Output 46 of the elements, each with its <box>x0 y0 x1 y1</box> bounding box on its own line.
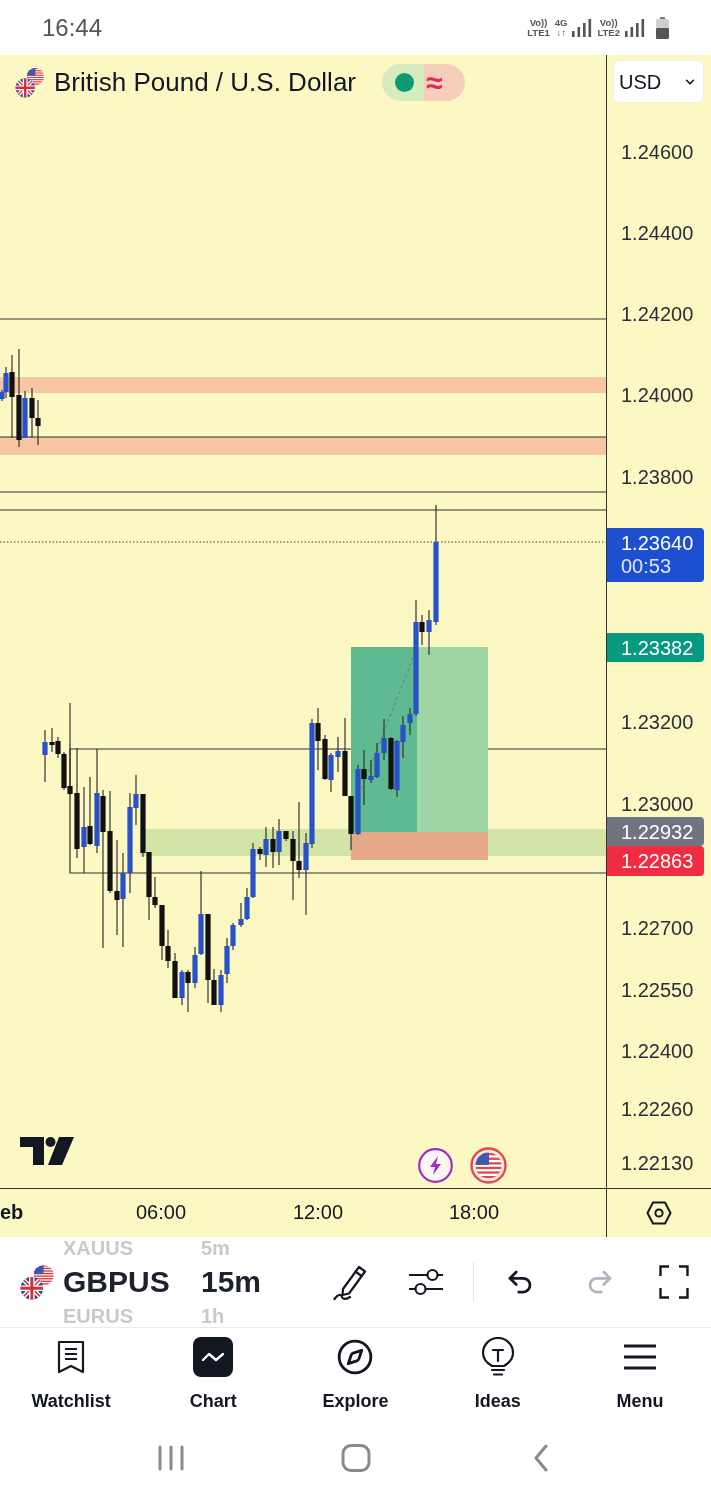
price-tick: 1.23200 <box>621 710 694 734</box>
time-tick: 18:00 <box>448 1200 500 1224</box>
time-tick: 06:00 <box>135 1200 187 1224</box>
time-tick: 12:00 <box>292 1200 344 1224</box>
logo-icon <box>20 1137 74 1165</box>
nav-tab[interactable]: Menu <box>568 1328 711 1430</box>
fullscreen-icon <box>659 1265 689 1299</box>
network-indicator: Vo)) LTE1 <box>527 17 550 38</box>
network-indicator: Vo)) LTE2 <box>597 17 620 38</box>
price-tick: 1.23800 <box>621 465 694 489</box>
price-text: 1.23640 <box>621 532 695 555</box>
price-tick: 1.24200 <box>621 302 694 326</box>
currency-flags-icon <box>15 67 46 98</box>
pencil-icon <box>333 1263 367 1301</box>
price-tick: 1.22260 <box>621 1097 694 1121</box>
nav-tab[interactable]: Ideas <box>426 1328 569 1430</box>
countdown-text: 00:53 <box>621 555 673 578</box>
signal-bars-icon <box>572 18 593 37</box>
time-tick: eb <box>0 1200 24 1224</box>
price-tick: 1.22700 <box>621 916 694 940</box>
nav-tab[interactable]: Explore <box>284 1328 427 1430</box>
price-tag: 1.23382 <box>607 633 704 662</box>
network-indicator: 4G ↓↑ <box>554 17 568 38</box>
signal-bars-icon <box>625 18 645 37</box>
lightning-icon[interactable] <box>418 1148 453 1183</box>
currency-select[interactable]: USD <box>613 60 704 103</box>
nav-tab[interactable]: Watchlist <box>0 1328 143 1430</box>
price-tag: 1.22932 <box>607 817 704 846</box>
symbol-title[interactable]: British Pound / U.S. Dollar <box>54 63 356 102</box>
us-flag-icon[interactable] <box>470 1147 507 1184</box>
price-tick: 1.24400 <box>621 221 694 245</box>
symbol-option[interactable]: GBPUS <box>63 1267 201 1297</box>
battery-icon <box>656 16 669 39</box>
settings-icon[interactable] <box>646 1201 672 1225</box>
price-tick: 1.22550 <box>621 978 694 1002</box>
price-tick: 1.22400 <box>621 1039 694 1063</box>
price-tick: 1.24000 <box>621 383 694 407</box>
interval-option[interactable]: 15m <box>201 1267 300 1297</box>
currency-flags-icon <box>20 1264 56 1300</box>
price-tag: 1.22863 <box>607 846 704 876</box>
clock-time: 16:44 <box>42 12 103 43</box>
price-tick: 1.24600 <box>621 140 694 164</box>
price-tick: 1.23000 <box>621 792 694 816</box>
price-tick: 1.22130 <box>621 1151 694 1175</box>
sliders-icon <box>408 1267 444 1297</box>
nav-tab[interactable]: Chart <box>142 1328 285 1430</box>
